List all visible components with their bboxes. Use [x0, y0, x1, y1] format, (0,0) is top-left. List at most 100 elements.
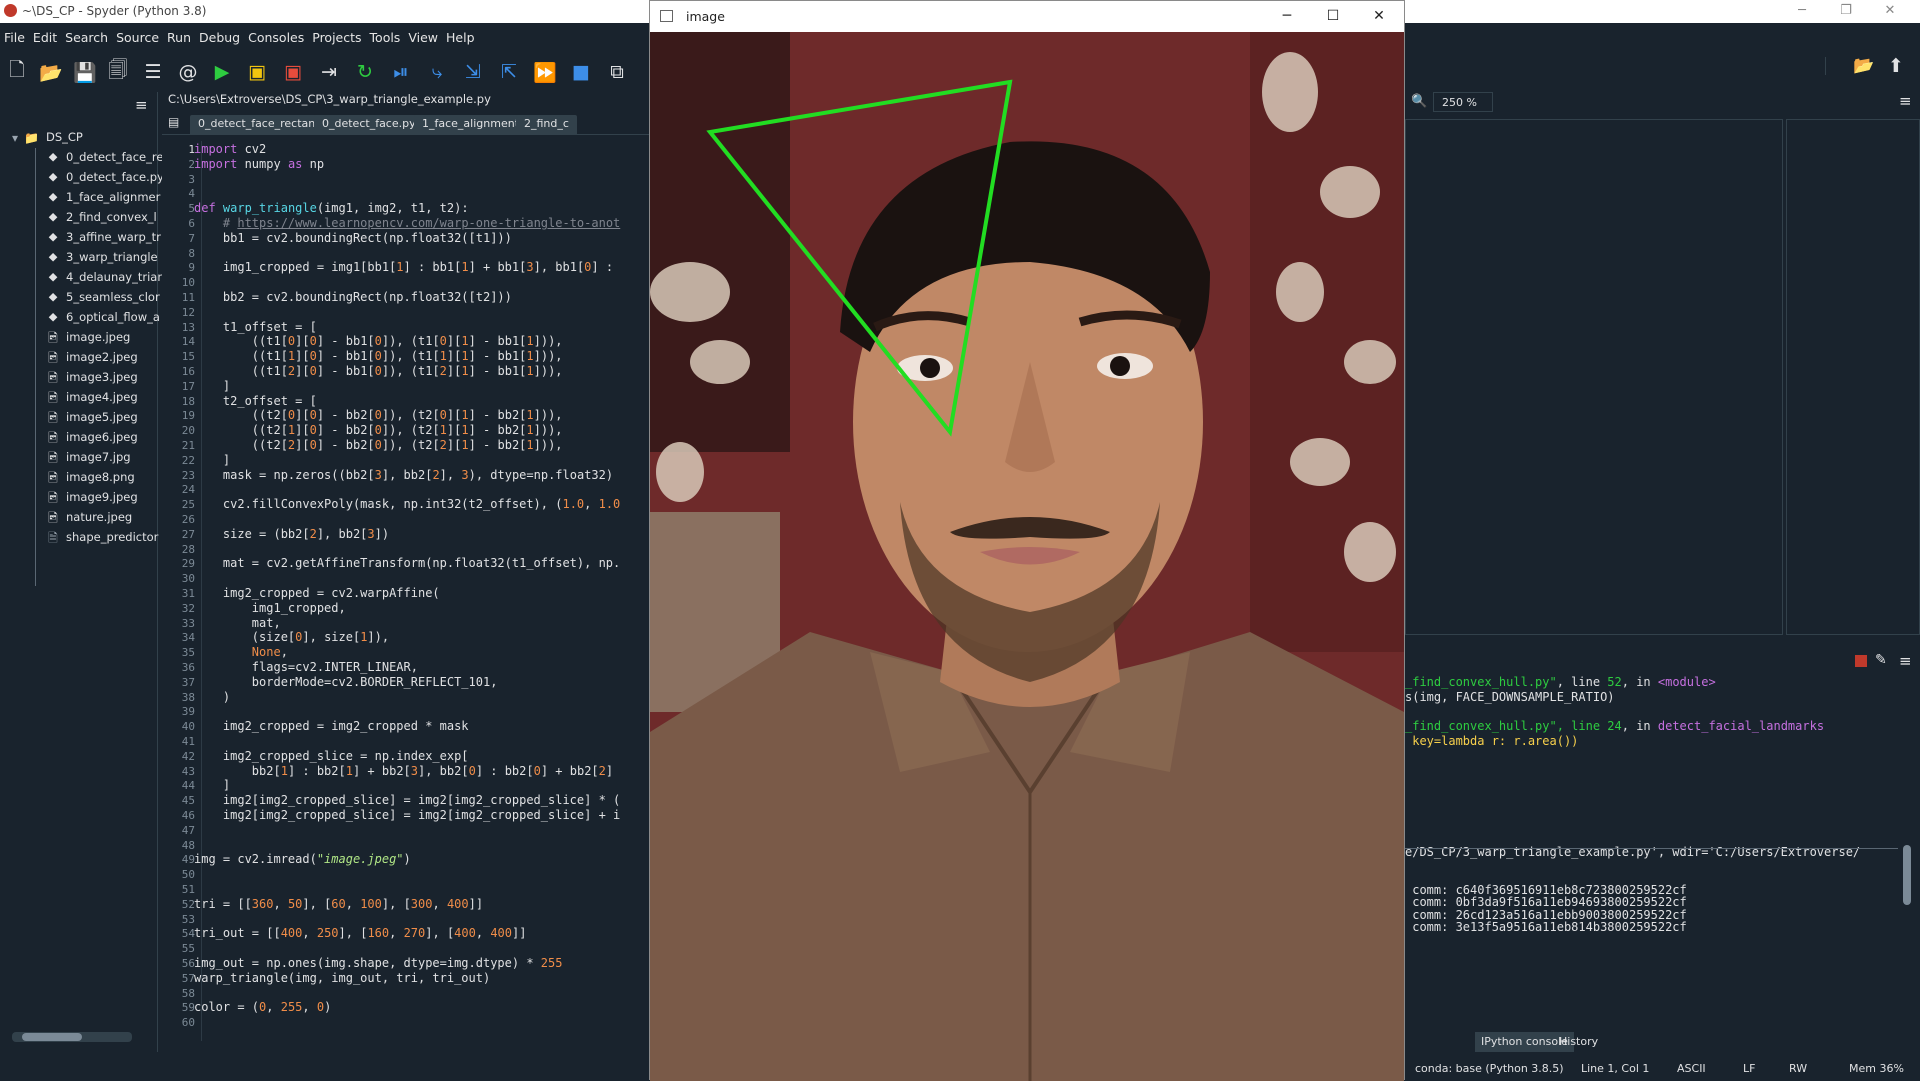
tree-item[interactable]: ⯁ 1_face_alignmer [0, 188, 160, 208]
menu-debug[interactable]: Debug [195, 27, 244, 48]
tree-item[interactable]: ⯁ 0_detect_face.py [0, 168, 164, 188]
console-scrollbar[interactable] [1902, 675, 1912, 995]
line-number: 53 [181, 912, 195, 926]
tree-item[interactable]: 🖻 image6.jpeg [0, 428, 150, 448]
tab-list-icon[interactable]: ▤ [168, 115, 179, 129]
code-editor[interactable]: 1 2 3 4 5 6 7 8 9 10 11 12 13 14 15 16 17 18 19 20 21 22 23 24 2… [162, 141, 650, 1041]
python-file-icon: ⯁ [48, 291, 58, 305]
tree-item[interactable]: ⯁ 3_warp_triangle [0, 248, 157, 268]
editor-tab[interactable]: 2_find_c [516, 115, 577, 135]
menu-help[interactable]: Help [442, 27, 479, 48]
new-file-icon[interactable]: 🗋 [4, 59, 30, 85]
menu-run[interactable]: Run [163, 27, 195, 48]
tree-item[interactable]: ⯁ 4_delaunay_trian [0, 268, 164, 288]
save-all-icon[interactable]: 🗐 [105, 59, 131, 85]
image-window-titlebar[interactable]: image ─ ☐ ✕ [650, 1, 1404, 32]
line-number: 27 [181, 527, 195, 541]
line-number: 47 [181, 823, 195, 837]
tree-item[interactable]: 🖻 image5.jpeg [0, 408, 150, 428]
parent-dir-icon[interactable]: ⬆ [1888, 55, 1904, 77]
run-cell-advance-icon[interactable]: ▣ [280, 59, 306, 85]
restore-button[interactable]: ❐ [1824, 0, 1868, 23]
tree-item[interactable]: 🖻 image3.jpeg [0, 368, 150, 388]
menu-projects[interactable]: Projects [308, 27, 365, 48]
minimize-button[interactable]: ─ [1780, 0, 1824, 23]
continue-icon[interactable]: ⏩ [532, 59, 558, 85]
run-cell-icon[interactable]: ▣ [244, 59, 270, 85]
image-close-button[interactable]: ✕ [1356, 1, 1402, 32]
code-line: ((t2[2][0] - bb2[0]), (t2[2][1] - bb2[1]… [194, 438, 563, 452]
tree-item-label: 0_detect_face.py [66, 170, 164, 184]
tree-item[interactable]: 🖻 image.jpeg [0, 328, 150, 348]
code-line: # https://www.learnopencv.com/warp-one-t… [222, 216, 621, 230]
tree-scrollbar[interactable] [12, 1032, 132, 1042]
pane-menu-icon[interactable]: ≡ [135, 96, 148, 114]
tree-scrollbar-thumb[interactable] [22, 1033, 82, 1041]
expand-arrow-icon[interactable]: ▾ [8, 131, 22, 145]
tree-item[interactable]: 🖻 image7.jpg [0, 448, 150, 468]
zoom-field[interactable]: 250 % [1433, 92, 1493, 112]
maximize-icon[interactable]: ⧉ [604, 59, 630, 85]
tab-history[interactable]: History [1553, 1032, 1604, 1052]
open-file-icon[interactable]: 📂 [38, 59, 64, 85]
tree-item[interactable]: ⯁ 3_affine_warp_tr [0, 228, 161, 248]
photo-illustration [650, 32, 1404, 1081]
run-selection-icon[interactable]: ⇥ [316, 59, 342, 85]
step-into-icon[interactable]: ⇲ [460, 59, 486, 85]
step-return-icon[interactable]: ⇱ [496, 59, 522, 85]
close-button[interactable]: ✕ [1868, 0, 1912, 23]
step-icon[interactable]: ⤷ [424, 59, 450, 85]
console-scrollbar-thumb[interactable] [1903, 845, 1911, 905]
right-pane: 📂 ⬆ 🔍 250 % ≡ ✎ ≡ _find_convex_hull.py",… [1405, 55, 1920, 1080]
line-number: 46 [181, 809, 195, 822]
tree-item[interactable]: ⯁ 0_detect_face_re [0, 148, 163, 168]
tree-item[interactable]: ⯁ 5_seamless_clor [0, 288, 159, 308]
save-icon[interactable]: 💾 [72, 59, 98, 85]
line-number: 49 [181, 853, 195, 867]
image-file-icon: 🖻 [48, 331, 58, 345]
clear-console-icon[interactable]: ✎ [1875, 652, 1887, 668]
code-line: tri = [[360, 50], [60, 100], [300, 400]] [194, 896, 484, 911]
image-file-icon: 🖻 [48, 491, 58, 505]
menu-view[interactable]: View [404, 27, 442, 48]
run-icon[interactable]: ▶ [209, 59, 235, 85]
line-number: 10 [181, 276, 195, 290]
tree-item[interactable]: ⯁ 2_find_convex_l [0, 208, 157, 228]
code-line: mat = cv2.getAffineTransform(np.float32(… [194, 556, 621, 571]
console-menu-icon[interactable]: ≡ [1899, 652, 1912, 670]
outline-icon[interactable]: ☰ [140, 59, 166, 85]
plots-menu-icon[interactable]: ≡ [1899, 92, 1912, 110]
menu-edit[interactable]: Edit [29, 27, 61, 48]
line-number: 48 [181, 838, 195, 852]
tree-item-label: 3_warp_triangle [66, 250, 158, 264]
tree-item[interactable]: 🖻 image2.jpeg [0, 348, 150, 368]
tree-item[interactable]: 🖻 image4.jpeg [0, 388, 150, 408]
at-icon[interactable]: @ [175, 59, 201, 85]
tree-item-label: image7.jpg [66, 450, 131, 464]
browse-folder-icon[interactable]: 📂 [1853, 56, 1874, 76]
tree-root[interactable]: ▾ 📁 DS_CP [0, 128, 150, 148]
image-maximize-button[interactable]: ☐ [1310, 1, 1356, 32]
tree-item[interactable]: ⯁ 6_optical_flow_a [0, 308, 160, 328]
python-file-icon: ⯁ [48, 251, 58, 265]
menu-source[interactable]: Source [112, 27, 163, 48]
stop-console-icon[interactable] [1855, 655, 1867, 667]
menu-file[interactable]: File [0, 27, 29, 48]
image-minimize-button[interactable]: ─ [1264, 1, 1310, 32]
line-number: 24 [181, 483, 195, 497]
stop-icon[interactable]: ■ [568, 59, 594, 85]
menu-tools[interactable]: Tools [366, 27, 405, 48]
ipython-console[interactable]: _find_convex_hull.py", line 52, in <modu… [1405, 675, 1900, 1075]
tree-item[interactable]: 🗎 shape_predictor [0, 528, 158, 548]
line-number: 42 [181, 749, 195, 763]
debug-icon[interactable]: ⏯ [388, 59, 414, 85]
tree-item[interactable]: 🖻 image9.jpeg [0, 488, 150, 508]
code-line: ] [194, 452, 231, 467]
tree-item[interactable]: 🖻 image8.png [0, 468, 150, 488]
line-number: 17 [181, 379, 195, 393]
menu-consoles[interactable]: Consoles [244, 27, 308, 48]
tree-item[interactable]: 🖻 nature.jpeg [0, 508, 150, 528]
menu-search[interactable]: Search [61, 27, 112, 48]
opencv-image-window[interactable]: image ─ ☐ ✕ [649, 0, 1405, 1081]
rerun-icon[interactable]: ↻ [352, 59, 378, 85]
